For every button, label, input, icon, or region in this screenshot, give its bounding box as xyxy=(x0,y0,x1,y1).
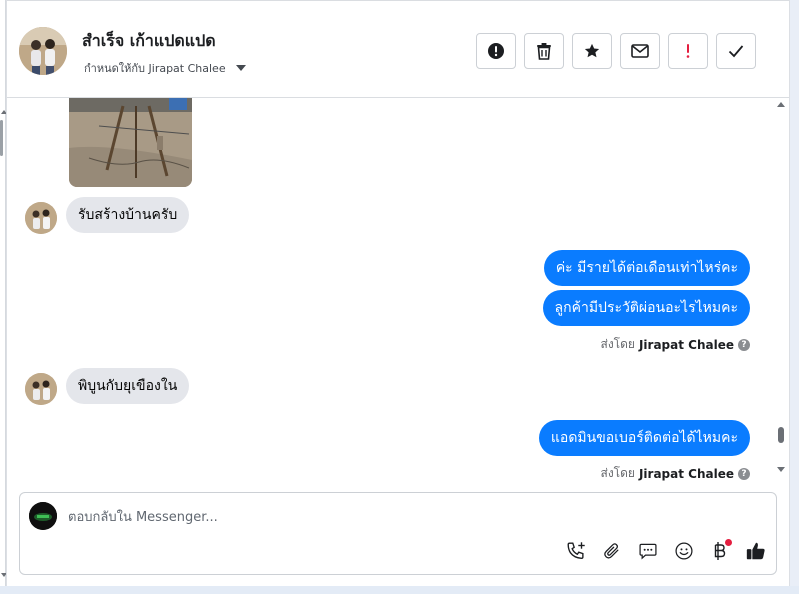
outgoing-message[interactable]: ค่ะ มีรายได้ต่อเดือนเท่าไหร่คะ xyxy=(543,250,750,286)
contact-avatar[interactable] xyxy=(19,27,67,75)
outgoing-message[interactable]: ลูกค้ามีประวัติผ่อนอะไรไหมคะ xyxy=(542,290,750,326)
checkmark-icon xyxy=(728,45,744,58)
sent-by-prefix: ส่งโดย xyxy=(600,337,635,351)
bottom-strip xyxy=(0,586,799,594)
scroll-up-arrow-icon[interactable] xyxy=(777,102,785,107)
like-button[interactable] xyxy=(744,539,768,563)
payment-button[interactable] xyxy=(708,539,732,563)
notification-dot xyxy=(725,539,732,546)
caret-down-icon xyxy=(235,65,246,71)
contact-name: สำเร็จ เก้าแปดแปด xyxy=(82,31,216,50)
thread-scrollbar[interactable] xyxy=(773,98,789,488)
red-exclamation-icon xyxy=(686,44,690,58)
help-icon[interactable]: ? xyxy=(738,338,750,351)
contact-avatar-small[interactable] xyxy=(25,373,57,405)
thumbs-up-icon xyxy=(746,542,765,560)
call-button[interactable] xyxy=(564,539,588,563)
star-icon xyxy=(584,43,600,58)
attach-button[interactable] xyxy=(600,539,624,563)
contact-avatar-small[interactable] xyxy=(25,202,57,234)
incoming-message[interactable]: รับสร้างบ้านครับ xyxy=(66,197,190,233)
composer-toolbar xyxy=(564,539,768,563)
star-button[interactable] xyxy=(572,33,612,69)
help-icon[interactable]: ? xyxy=(738,467,750,480)
reply-input[interactable] xyxy=(68,507,668,527)
paperclip-icon xyxy=(604,543,619,559)
conversation-panel: สำเร็จ เก้าแปดแปด กำหนดให้กับ Jirapat Ch… xyxy=(6,0,790,586)
exclamation-circle-icon xyxy=(488,43,504,59)
conversation-header: สำเร็จ เก้าแปดแปด กำหนดให้กับ Jirapat Ch… xyxy=(7,0,789,98)
assign-label: กำหนดให้กับ Jirapat Chalee xyxy=(84,62,226,75)
sent-by-agent: Jirapat Chalee xyxy=(638,337,734,352)
mark-unread-button[interactable] xyxy=(620,33,660,69)
outgoing-message[interactable]: แอดมินขอเบอร์ติดต่อได้ไหมคะ xyxy=(538,420,750,456)
sent-by-agent: Jirapat Chalee xyxy=(638,466,734,481)
sent-by-prefix: ส่งโดย xyxy=(600,466,635,480)
emoji-button[interactable] xyxy=(672,539,696,563)
sent-by-label: ส่งโดย Jirapat Chalee ? xyxy=(600,464,750,483)
assign-dropdown[interactable]: กำหนดให้กับ Jirapat Chalee xyxy=(84,59,246,77)
reply-composer xyxy=(19,492,777,575)
incoming-message[interactable]: พิบูนกับยุเขืองใน xyxy=(66,368,190,404)
left-scroll-thumb[interactable] xyxy=(0,120,3,156)
chat-bubble-dots-icon xyxy=(639,543,657,560)
message-thread[interactable]: รับสร้างบ้านครับ ค่ะ มีรายได้ต่อเดือนเท่… xyxy=(7,98,789,488)
envelope-icon xyxy=(631,44,649,58)
action-toolbar xyxy=(476,33,756,69)
mark-done-button[interactable] xyxy=(716,33,756,69)
trash-icon xyxy=(537,43,551,60)
sent-by-label: ส่งโดย Jirapat Chalee ? xyxy=(600,335,750,354)
scroll-thumb[interactable] xyxy=(778,427,784,443)
report-spam-button[interactable] xyxy=(476,33,516,69)
smiley-icon xyxy=(675,542,693,560)
scroll-down-arrow-icon[interactable] xyxy=(777,467,785,472)
phone-plus-icon xyxy=(567,542,585,560)
follow-up-button[interactable] xyxy=(668,33,708,69)
saved-replies-button[interactable] xyxy=(636,539,660,563)
page-avatar xyxy=(29,502,57,530)
delete-button[interactable] xyxy=(524,33,564,69)
shared-photo[interactable] xyxy=(69,98,192,187)
